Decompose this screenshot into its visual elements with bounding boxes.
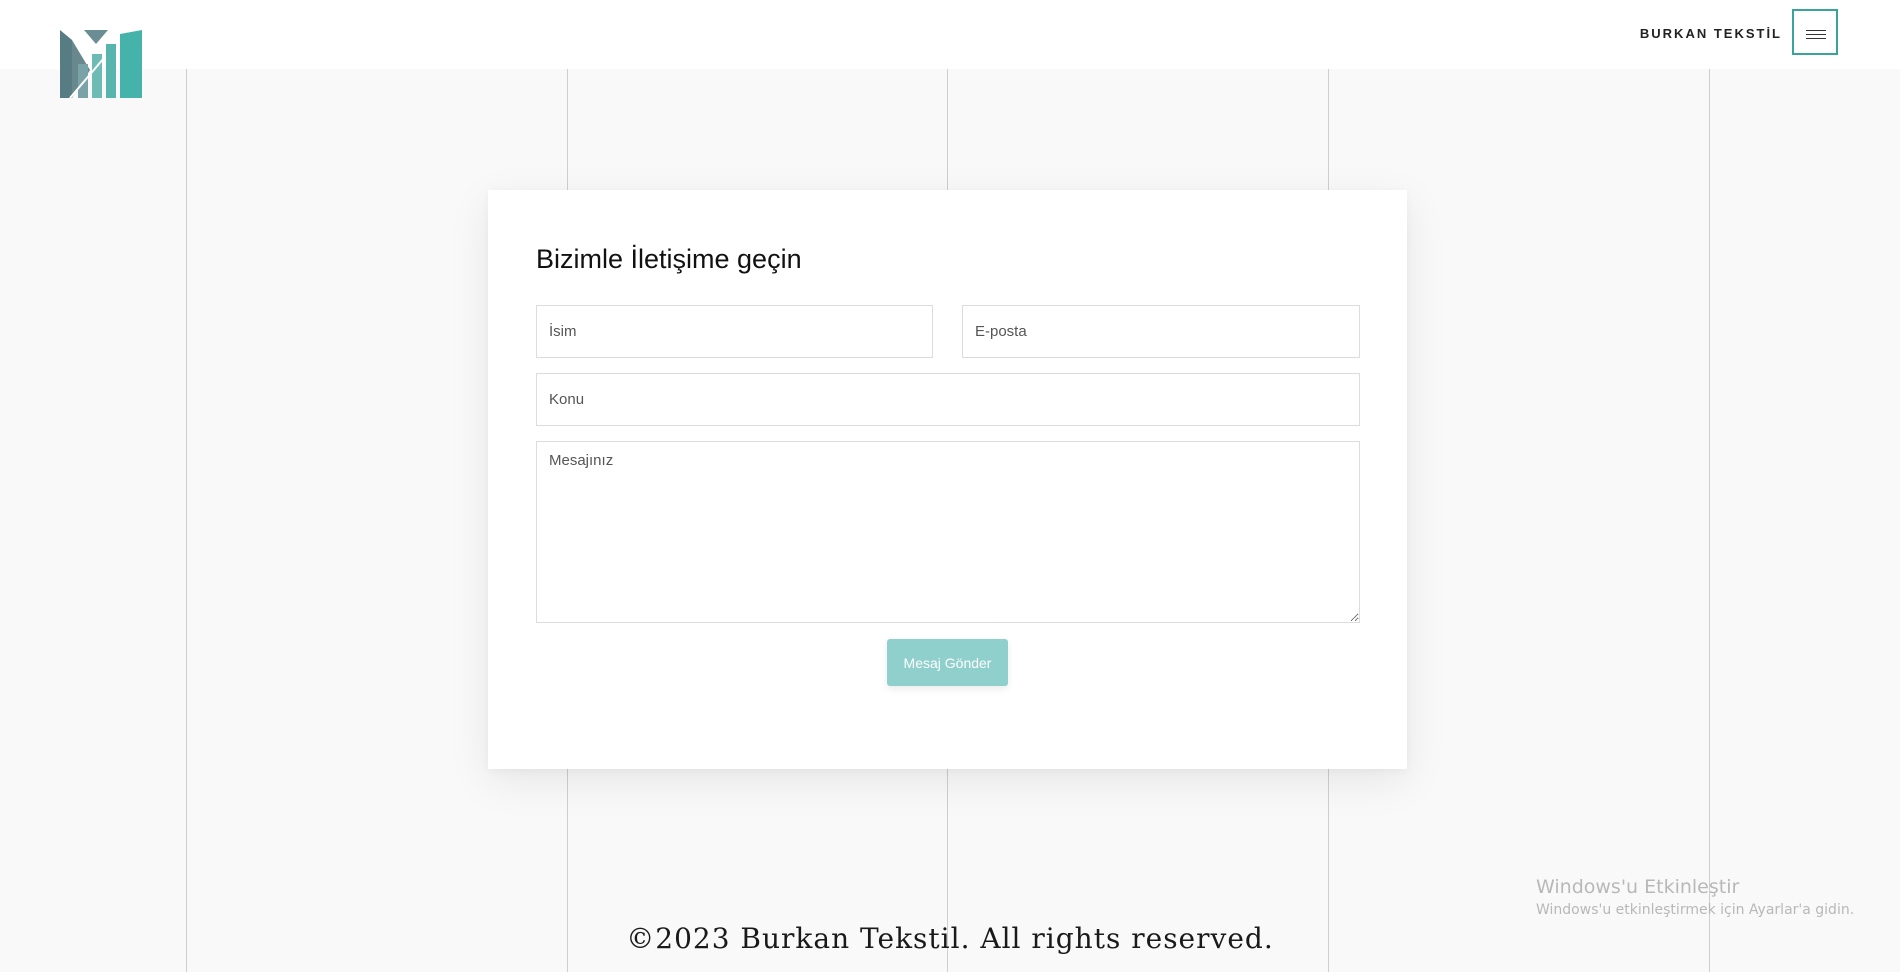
grid-line (1709, 69, 1710, 972)
site-header: BURKAN TEKSTİL (0, 0, 1900, 69)
contact-form-title: Bizimle İletişime geçin (536, 244, 802, 274)
name-input[interactable] (536, 305, 933, 358)
watermark-subtitle: Windows'u etkinleştirmek için Ayarlar'a … (1536, 902, 1855, 918)
windows-activation-watermark: Windows'u Etkinleştir Windows'u etkinleş… (1536, 876, 1854, 918)
brand-name[interactable]: BURKAN TEKSTİL (1640, 26, 1782, 41)
burkan-logo-icon[interactable] (60, 30, 142, 98)
watermark-title: Windows'u Etkinleştir (1536, 876, 1740, 898)
email-input[interactable] (962, 305, 1360, 358)
contact-form-card: Bizimle İletişime geçin Mesaj Gönder (488, 190, 1407, 769)
subject-input[interactable] (536, 373, 1360, 426)
menu-button[interactable] (1792, 9, 1838, 55)
grid-line (186, 69, 187, 972)
footer-copyright: ©2023 Burkan Tekstil. All rights reserve… (626, 922, 1274, 955)
message-textarea[interactable] (536, 441, 1360, 623)
hamburger-menu-icon (1806, 30, 1826, 31)
send-message-button[interactable]: Mesaj Gönder (887, 639, 1008, 686)
